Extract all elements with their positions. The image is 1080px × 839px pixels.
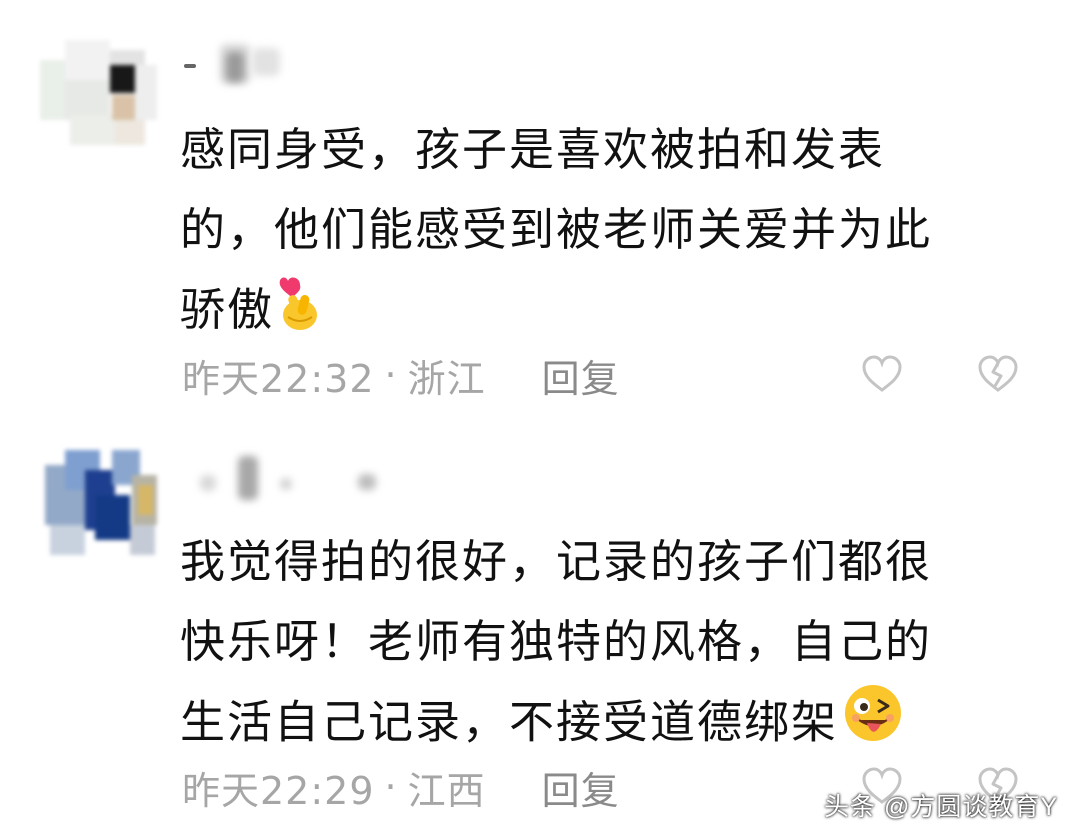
broken-heart-icon[interactable] [976,352,1020,396]
meta-separator: · [384,353,398,397]
comment-list: 感同身受，孩子是喜欢被拍和发表 的，他们能感受到被老师关爱并为此 骄傲 昨天22… [0,0,1080,839]
comment-text-line: 骄傲 [180,270,1020,356]
comment-time: 昨天22:32 [182,356,375,401]
comment-text-line: 感同身受，孩子是喜欢被拍和发表 [180,123,886,176]
comment-meta: 昨天22:29 · 江西 回复 [182,757,620,817]
winking-tongue-face-emoji [842,682,904,769]
comment-text-line: 快乐呀！老师有独特的风格，自己的 [180,615,933,668]
comment-text-line-end: 生活自己记录，不接受道德绑架 [180,695,839,749]
reply-button[interactable]: 回复 [542,348,620,403]
comment-text-line: 生活自己记录，不接受道德绑架 [180,682,1020,769]
heart-outline-icon[interactable] [860,352,904,396]
comment-meta: 昨天22:32 · 浙江 回复 [182,345,620,405]
username[interactable] [180,450,400,510]
comment-time: 昨天22:29 [182,768,375,813]
finger-heart-emoji [278,271,322,356]
meta-separator: · [384,765,398,809]
watermark: 头条 @方圆谈教育Y [824,793,1058,821]
avatar[interactable] [40,40,160,150]
comment-text-line: 的，他们能感受到被老师关爱并为此 [180,203,933,256]
username[interactable] [180,38,400,98]
comment-text: 我觉得拍的很好，记录的孩子们都很 快乐呀！老师有独特的风格，自己的 生活自己记录… [180,522,1020,769]
comment-text-line-end: 骄傲 [180,283,275,336]
reply-button[interactable]: 回复 [542,760,620,815]
comment-text-line: 我觉得拍的很好，记录的孩子们都很 [180,535,933,588]
avatar[interactable] [40,450,160,560]
comment-text: 感同身受，孩子是喜欢被拍和发表 的，他们能感受到被老师关爱并为此 骄傲 [180,110,1020,356]
comment-location: 浙江 [407,356,486,401]
comment-location: 江西 [407,768,486,813]
